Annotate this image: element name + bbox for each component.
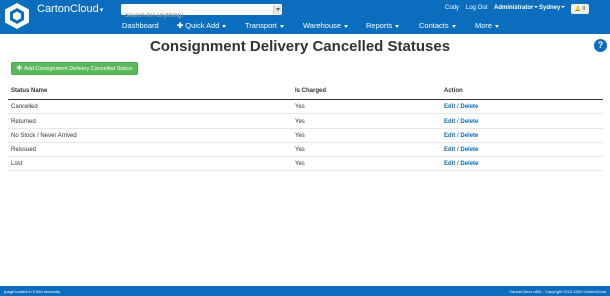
- header-status-name: Status Name: [11, 88, 48, 94]
- nav-more-label: More: [475, 21, 493, 30]
- search-input[interactable]: [121, 10, 271, 22]
- chevron-down-icon: ▾: [99, 7, 104, 14]
- page-footer: (page loaded in 0.064 seconds) CartonClo…: [0, 286, 610, 296]
- user-link[interactable]: Cody: [445, 5, 459, 11]
- status-name: Lost: [11, 161, 23, 167]
- action-separator: /: [457, 147, 459, 153]
- header-is-charged: Is Charged: [295, 88, 327, 94]
- search-dropdown-icon[interactable]: [273, 5, 281, 14]
- status-name: No Stock / Never Arrived: [11, 133, 77, 139]
- edit-link[interactable]: Edit: [444, 147, 455, 153]
- search-box: [121, 4, 282, 22]
- notifications-button[interactable]: 🔔 0: [571, 4, 589, 14]
- copyright: CartonCloud v406 - Copyright 2012-2020 C…: [509, 289, 606, 294]
- is-charged: Yes: [295, 161, 305, 167]
- nav-warehouse[interactable]: Warehouse: [303, 21, 349, 30]
- chevron-down-icon: [279, 24, 284, 28]
- plus-icon: ✚: [16, 65, 23, 72]
- status-name: Reissued: [11, 147, 37, 153]
- table-row: No Stock / Never Arrived Yes Edit / Dele…: [8, 129, 603, 143]
- page-title: Consignment Delivery Cancelled Statuses: [149, 38, 451, 55]
- is-charged: Yes: [295, 119, 305, 125]
- help-icon[interactable]: ?: [594, 39, 607, 52]
- nav-quick-add-label: Quick Add: [185, 21, 220, 30]
- nav-transport[interactable]: Transport: [245, 21, 284, 30]
- nav-reports-label: Reports: [366, 21, 393, 30]
- row-actions: Edit / Delete: [444, 104, 478, 110]
- delete-link[interactable]: Delete: [460, 147, 478, 153]
- row-actions: Edit / Delete: [444, 147, 478, 153]
- chevron-down-icon: [395, 24, 400, 28]
- chevron-down-icon: [344, 24, 349, 28]
- nav-warehouse-label: Warehouse: [303, 21, 342, 30]
- bell-icon: 🔔: [574, 6, 582, 12]
- is-charged: Yes: [295, 147, 305, 153]
- action-separator: /: [457, 104, 459, 110]
- chevron-down-icon: [222, 24, 227, 28]
- is-charged: Yes: [295, 104, 305, 110]
- nav-contacts-label: Contacts: [419, 21, 449, 30]
- cartoncloud-logo-icon[interactable]: [3, 2, 31, 30]
- location-label: Sydney: [539, 5, 561, 11]
- chevron-down-icon: [561, 6, 566, 9]
- action-separator: /: [457, 133, 459, 139]
- edit-link[interactable]: Edit: [444, 119, 455, 125]
- edit-link[interactable]: Edit: [444, 133, 455, 139]
- nav-reports[interactable]: Reports: [366, 21, 400, 30]
- header-action: Action: [444, 88, 463, 94]
- chevron-down-icon: [534, 6, 539, 9]
- top-navbar: CartonCloud▾ Cody Log Out Administrator …: [0, 0, 610, 34]
- location-menu[interactable]: Sydney: [539, 5, 566, 11]
- is-charged: Yes: [295, 133, 305, 139]
- status-name: Returned: [11, 119, 36, 125]
- delete-link[interactable]: Delete: [460, 119, 478, 125]
- chevron-down-icon: [495, 24, 500, 28]
- table-row: Reissued Yes Edit / Delete: [8, 143, 603, 157]
- delete-link[interactable]: Delete: [460, 133, 478, 139]
- notification-count: 0: [582, 6, 586, 12]
- page-load-time: (page loaded in 0.064 seconds): [4, 289, 61, 294]
- nav-quick-add[interactable]: ✚ Quick Add: [177, 21, 227, 30]
- nav-contacts[interactable]: Contacts: [419, 21, 456, 30]
- logout-link[interactable]: Log Out: [466, 5, 487, 11]
- edit-link[interactable]: Edit: [444, 161, 455, 167]
- row-actions: Edit / Delete: [444, 119, 478, 125]
- action-separator: /: [457, 119, 459, 125]
- nav-transport-label: Transport: [245, 21, 277, 30]
- nav-more[interactable]: More: [475, 21, 500, 30]
- add-status-button[interactable]: ✚ Add Consignment Delivery Cancelled Stat…: [11, 62, 138, 75]
- role-menu[interactable]: Administrator: [494, 5, 539, 11]
- chevron-down-icon: [451, 24, 456, 28]
- nav-dashboard[interactable]: Dashboard: [122, 21, 159, 30]
- delete-link[interactable]: Delete: [460, 161, 478, 167]
- table-row: Cancelled Yes Edit / Delete: [8, 100, 603, 114]
- action-separator: /: [457, 161, 459, 167]
- status-name: Cancelled: [11, 104, 38, 110]
- brand-name: CartonCloud: [37, 3, 99, 15]
- brand-menu[interactable]: CartonCloud▾: [37, 3, 103, 15]
- edit-link[interactable]: Edit: [444, 104, 455, 110]
- add-status-label: Add Consignment Delivery Cancelled Statu…: [24, 66, 133, 72]
- row-actions: Edit / Delete: [444, 161, 478, 167]
- table-row: Lost Yes Edit / Delete: [8, 157, 603, 171]
- role-label: Administrator: [494, 5, 534, 11]
- table-row: Returned Yes Edit / Delete: [8, 115, 603, 129]
- delete-link[interactable]: Delete: [460, 104, 478, 110]
- plus-icon: ✚: [177, 21, 184, 30]
- row-actions: Edit / Delete: [444, 133, 478, 139]
